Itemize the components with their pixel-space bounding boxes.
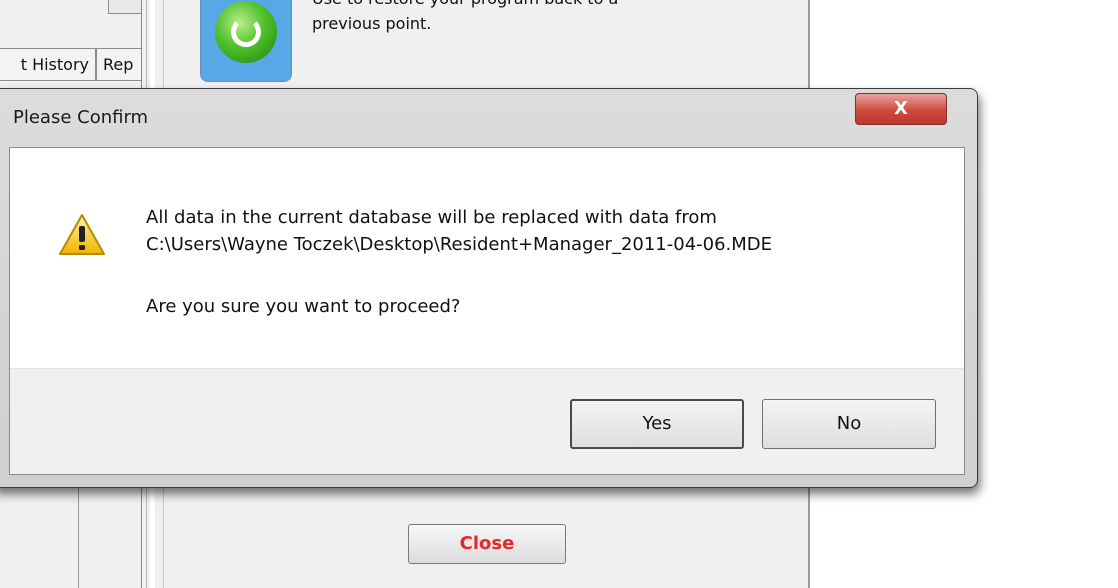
restore-description-line2: previous point. xyxy=(312,14,432,33)
dialog-content: All data in the current database will be… xyxy=(9,147,965,475)
dialog-message-path: C:\Users\Wayne Toczek\Desktop\Resident+M… xyxy=(146,234,773,255)
restore-description: Use to restore your program back to a pr… xyxy=(312,0,732,36)
dialog-message-line1: All data in the current database will be… xyxy=(146,207,717,228)
tab-reports[interactable]: Rep xyxy=(96,48,142,81)
dialog-question: Are you sure you want to proceed? xyxy=(146,296,461,317)
dialog-title: Please Confirm xyxy=(13,107,149,128)
no-button[interactable]: No xyxy=(762,399,936,449)
tab-underline xyxy=(0,80,142,81)
confirm-dialog: Please Confirm X All data in the current… xyxy=(0,88,978,488)
screen: t History Rep Use to restore your progra… xyxy=(0,0,1118,588)
restore-ball xyxy=(215,0,277,63)
yes-button[interactable]: Yes xyxy=(570,399,744,449)
warning-icon xyxy=(59,214,105,255)
tab-history[interactable]: t History xyxy=(0,48,96,81)
dialog-message: All data in the current database will be… xyxy=(146,204,772,258)
close-button[interactable]: Close xyxy=(408,524,566,564)
dialog-close-button[interactable]: X xyxy=(855,93,947,125)
dialog-button-bar: Yes No xyxy=(10,368,964,474)
circular-arrow-icon xyxy=(231,16,261,47)
background-control-edge xyxy=(108,0,142,14)
restore-description-line1: Use to restore your program back to a xyxy=(312,0,732,11)
restore-icon[interactable] xyxy=(200,0,292,82)
background-tab-strip: t History Rep xyxy=(0,48,142,81)
